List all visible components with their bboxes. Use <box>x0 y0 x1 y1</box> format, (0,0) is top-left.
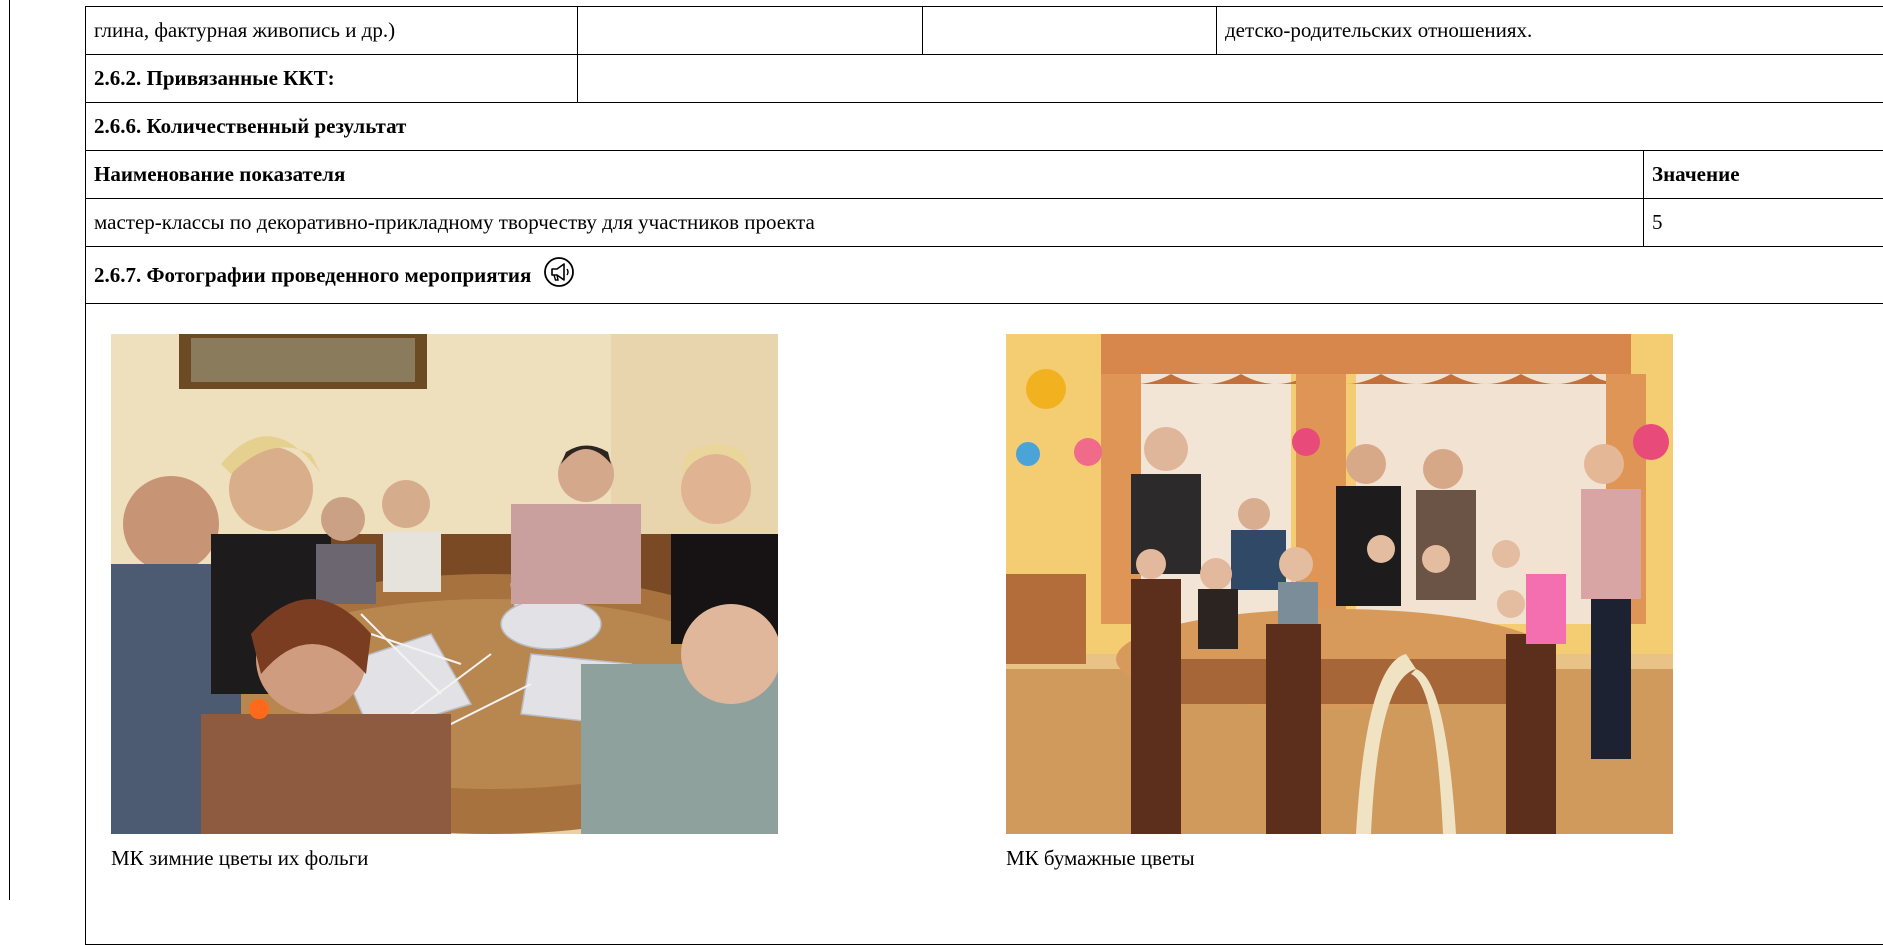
linked-kkt-label: 2.6.2. Привязанные ККТ: <box>86 55 578 103</box>
indicator-value-cell: 5 <box>1644 199 1883 247</box>
photo-foil-flowers <box>111 334 778 834</box>
indicator-name-cell: мастер-классы по декоративно-прикладному… <box>86 199 1644 247</box>
photos-cell: МК зимние цветы их фольги <box>86 304 1883 945</box>
photo-caption-1: МК зимние цветы их фольги <box>111 846 778 871</box>
cell-empty-2 <box>923 7 1217 55</box>
photos-title-cell: 2.6.7. Фотографии проведенного мероприят… <box>86 247 1883 304</box>
indicator-name-header: Наименование показателя <box>86 151 1644 199</box>
linked-kkt-value <box>578 55 1883 103</box>
photo-item-2: МК бумажные цветы <box>1006 334 1673 871</box>
table-row: мастер-классы по декоративно-прикладному… <box>86 199 1883 247</box>
photo-caption-2: МК бумажные цветы <box>1006 846 1673 871</box>
document-page: глина, фактурная живопись и др.) детско-… <box>0 0 1883 900</box>
photos-title: 2.6.7. Фотографии проведенного мероприят… <box>94 263 531 287</box>
indicator-value-header: Значение <box>1644 151 1883 199</box>
cell-empty-1 <box>578 7 923 55</box>
cell-result-text: детско-родительских отношениях. <box>1217 7 1883 55</box>
quant-result-title: 2.6.6. Количественный результат <box>86 103 1883 151</box>
megaphone-icon <box>543 256 575 294</box>
photos-row: МК зимние цветы их фольги <box>86 304 1883 945</box>
quant-result-title-row: 2.6.6. Количественный результат <box>86 103 1883 151</box>
photo-item-1: МК зимние цветы их фольги <box>111 334 778 871</box>
quant-result-header-row: Наименование показателя Значение <box>86 151 1883 199</box>
cell-activity-type: глина, фактурная живопись и др.) <box>86 7 578 55</box>
table-row-continuation: глина, фактурная живопись и др.) детско-… <box>86 7 1883 55</box>
photos-title-row: 2.6.7. Фотографии проведенного мероприят… <box>86 247 1883 304</box>
report-table: глина, фактурная живопись и др.) детско-… <box>85 6 1883 945</box>
linked-kkt-row: 2.6.2. Привязанные ККТ: <box>86 55 1883 103</box>
outer-border-line <box>9 0 10 900</box>
photo-paper-flowers <box>1006 334 1673 834</box>
